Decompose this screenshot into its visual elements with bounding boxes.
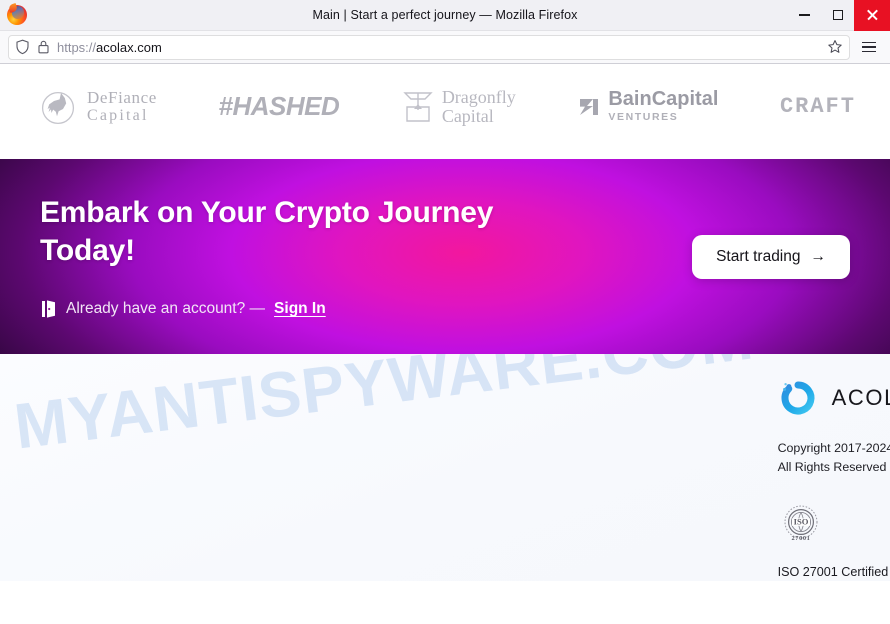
navigation-toolbar: https://acolax.com [0, 31, 890, 64]
partner-logo-bain-text: BainCapital VENTURES [608, 89, 718, 124]
maximize-button[interactable] [821, 0, 854, 31]
address-bar[interactable]: https://acolax.com [8, 34, 850, 60]
copyright-line1: Copyright 2017-2024 © acolax.com [777, 441, 890, 455]
footer-brand-row: ACOLAX [778, 378, 890, 418]
site-footer: MYANTISPYWARE.COM ACO Copyright 2017-202… [0, 354, 890, 582]
door-exit-icon [42, 300, 55, 318]
url-scheme: https:// [57, 39, 97, 55]
shield-icon [16, 39, 29, 55]
lock-icon [38, 40, 49, 54]
svg-text:ISO: ISO [793, 517, 808, 527]
svg-text:27001: 27001 [791, 535, 810, 542]
partner-logo-craft: CRAFT [780, 94, 856, 119]
craft-text: CRAFT [779, 94, 856, 119]
iso27001-caption: ISO 27001 Certified [777, 565, 889, 580]
dragonfly-line2: Capital [441, 105, 494, 126]
page-viewport: DeFiance Capital #HASHED Dragonfly Capit… [0, 64, 890, 624]
firefox-logo-icon [6, 2, 28, 26]
unicorn-icon [41, 91, 75, 124]
copyright-line2: All Rights Reserved [777, 459, 887, 474]
hero-heading-line2: Today! [40, 233, 135, 267]
partner-logo-band: DeFiance Capital #HASHED Dragonfly Capit… [0, 64, 890, 159]
hero-heading: Embark on Your Crypto Journey Today! [40, 194, 692, 270]
url-text: https://acolax.com [57, 40, 162, 55]
partner-logo-hashed: #HASHED [219, 91, 340, 122]
hero-signin-row: Already have an account? — Sign In [40, 299, 692, 319]
partner-logo-defiance-text: DeFiance Capital [87, 87, 157, 125]
acolax-circle-logo-icon [781, 381, 815, 415]
dragonfly-mark-icon [403, 91, 433, 122]
footer-copyright: Copyright 2017-2024 © acolax.com All Rig… [778, 439, 890, 476]
hero-banner: Embark on Your Crypto Journey Today! Alr… [0, 159, 890, 354]
defiance-line2: Capital [87, 107, 149, 125]
sign-in-link[interactable]: Sign In [274, 300, 326, 318]
bain-line2: VENTURES [608, 111, 679, 124]
partner-logo-dragonfly-text: Dragonfly Capital [441, 86, 516, 126]
arrow-right-icon: → [810, 247, 827, 265]
footer-certifications-left: ISO 27001 ISO 27001 Certified AICPA SOC … [778, 502, 890, 581]
partner-logo-defiance: DeFiance Capital [34, 87, 157, 127]
start-trading-label: Start trading [716, 247, 801, 265]
partner-logo-dragonfly: Dragonfly Capital [401, 87, 516, 127]
partner-logo-baincapital: BainCapital VENTURES [577, 89, 718, 124]
bain-line1: BainCapital [608, 88, 719, 111]
footer-brand-name: ACOLAX [831, 385, 890, 410]
minimize-button[interactable] [788, 0, 821, 31]
certification-iso27001: ISO 27001 ISO 27001 Certified [778, 502, 890, 581]
window-controls [788, 0, 890, 31]
close-button[interactable] [854, 0, 890, 31]
watermark-text: MYANTISPYWARE.COM [10, 354, 758, 463]
star-icon[interactable] [827, 39, 843, 55]
hamburger-menu-icon[interactable] [856, 41, 882, 53]
footer-brand-column: ACOLAX Copyright 2017-2024 © acolax.com … [778, 378, 890, 581]
iso-27001-badge-icon: ISO 27001 [784, 505, 818, 542]
hashed-text: #HASHED [218, 91, 340, 121]
hero-account-prompt: Already have an account? — [66, 300, 266, 318]
start-trading-button[interactable]: Start trading → [692, 234, 850, 279]
window-title: Main | Start a perfect journey — Mozilla… [312, 8, 578, 22]
browser-window: Main | Start a perfect journey — Mozilla… [0, 0, 890, 624]
url-host: acolax.com [96, 39, 162, 55]
defiance-line1: DeFiance [87, 87, 157, 107]
dragonfly-line1: Dragonfly [441, 86, 516, 107]
bain-arrow-icon [580, 98, 599, 115]
hero-heading-line1: Embark on Your Crypto Journey [40, 195, 494, 229]
title-bar: Main | Start a perfect journey — Mozilla… [0, 0, 890, 31]
